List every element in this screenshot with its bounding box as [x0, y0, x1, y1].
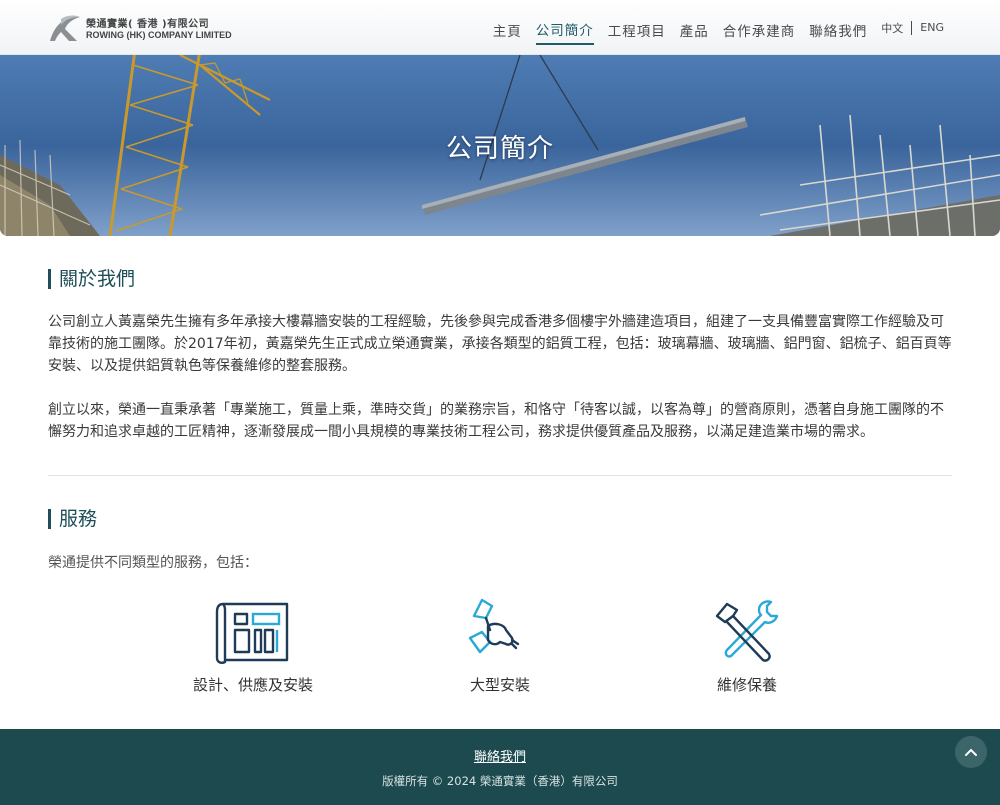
services-heading: 服務 [48, 509, 97, 529]
nav-item-about[interactable]: 公司簡介 [535, 11, 594, 45]
blueprint-icon [215, 602, 289, 664]
section-divider [48, 475, 952, 476]
site-footer: 聯絡我們 版權所有 © 2024 榮通實業（香港）有限公司 [0, 729, 1000, 805]
chevron-up-icon [965, 748, 977, 756]
footer-contact: 聯絡我們 [0, 746, 1000, 765]
about-heading: 關於我們 [48, 269, 135, 289]
service-label-installation: 大型安裝 [469, 676, 530, 694]
brand-name-en: ROWING (HK) COMPANY LIMITED [86, 30, 232, 40]
lang-chinese-link[interactable]: 中文 [881, 20, 903, 36]
nav-item-products[interactable]: 產品 [680, 12, 709, 44]
services-intro: 榮通提供不同類型的服務，包括： [48, 555, 258, 571]
nav-item-projects[interactable]: 工程項目 [608, 12, 666, 44]
brand-name-cn: 榮通實業( 香港 )有限公司 [86, 19, 210, 30]
main-nav: 主頁 公司簡介 工程項目 產品 合作承建商 聯絡我們 中文 ENG [479, 0, 944, 55]
service-item-installation: 大型安裝 [400, 596, 600, 695]
hero-title: 公司簡介 [445, 134, 554, 164]
nav-item-contact[interactable]: 聯絡我們 [809, 12, 867, 44]
service-item-design: 設計、供應及安裝 [153, 596, 353, 695]
hammer-install-icon [468, 598, 520, 654]
site-header: 榮通實業( 香港 )有限公司 ROWING (HK) COMPANY LIMIT… [0, 0, 1000, 55]
about-paragraph-2: 創立以來，榮通一直秉承著「專業施工，質量上乘，準時交貨」的業務宗旨，和恪守「待客… [48, 402, 944, 440]
nav-item-contractors[interactable]: 合作承建商 [723, 12, 796, 44]
brand-logo[interactable]: 榮通實業( 香港 )有限公司 ROWING (HK) COMPANY LIMIT… [47, 11, 232, 45]
service-item-maintenance: 維修保養 [647, 596, 847, 695]
hero-banner: 公司簡介 [0, 55, 1000, 236]
service-label-maintenance: 維修保養 [716, 676, 777, 694]
logo-mark-icon [50, 15, 80, 41]
back-to-top-button[interactable] [955, 736, 987, 768]
lang-divider [911, 20, 913, 35]
lang-english-link[interactable]: ENG [920, 21, 944, 34]
language-switcher: 中文 ENG [881, 20, 944, 36]
about-paragraph-1: 公司創立人黃嘉榮先生擁有多年承接大樓幕牆安裝的工程經驗，先後參與完成香港多個樓宇… [48, 314, 952, 374]
footer-copyright: 版權所有 © 2024 榮通實業（香港）有限公司 [382, 774, 618, 788]
nav-item-home[interactable]: 主頁 [493, 12, 522, 44]
footer-contact-link[interactable]: 聯絡我們 [474, 750, 526, 765]
service-label-design: 設計、供應及安裝 [192, 676, 313, 694]
tools-repair-icon [715, 600, 779, 662]
